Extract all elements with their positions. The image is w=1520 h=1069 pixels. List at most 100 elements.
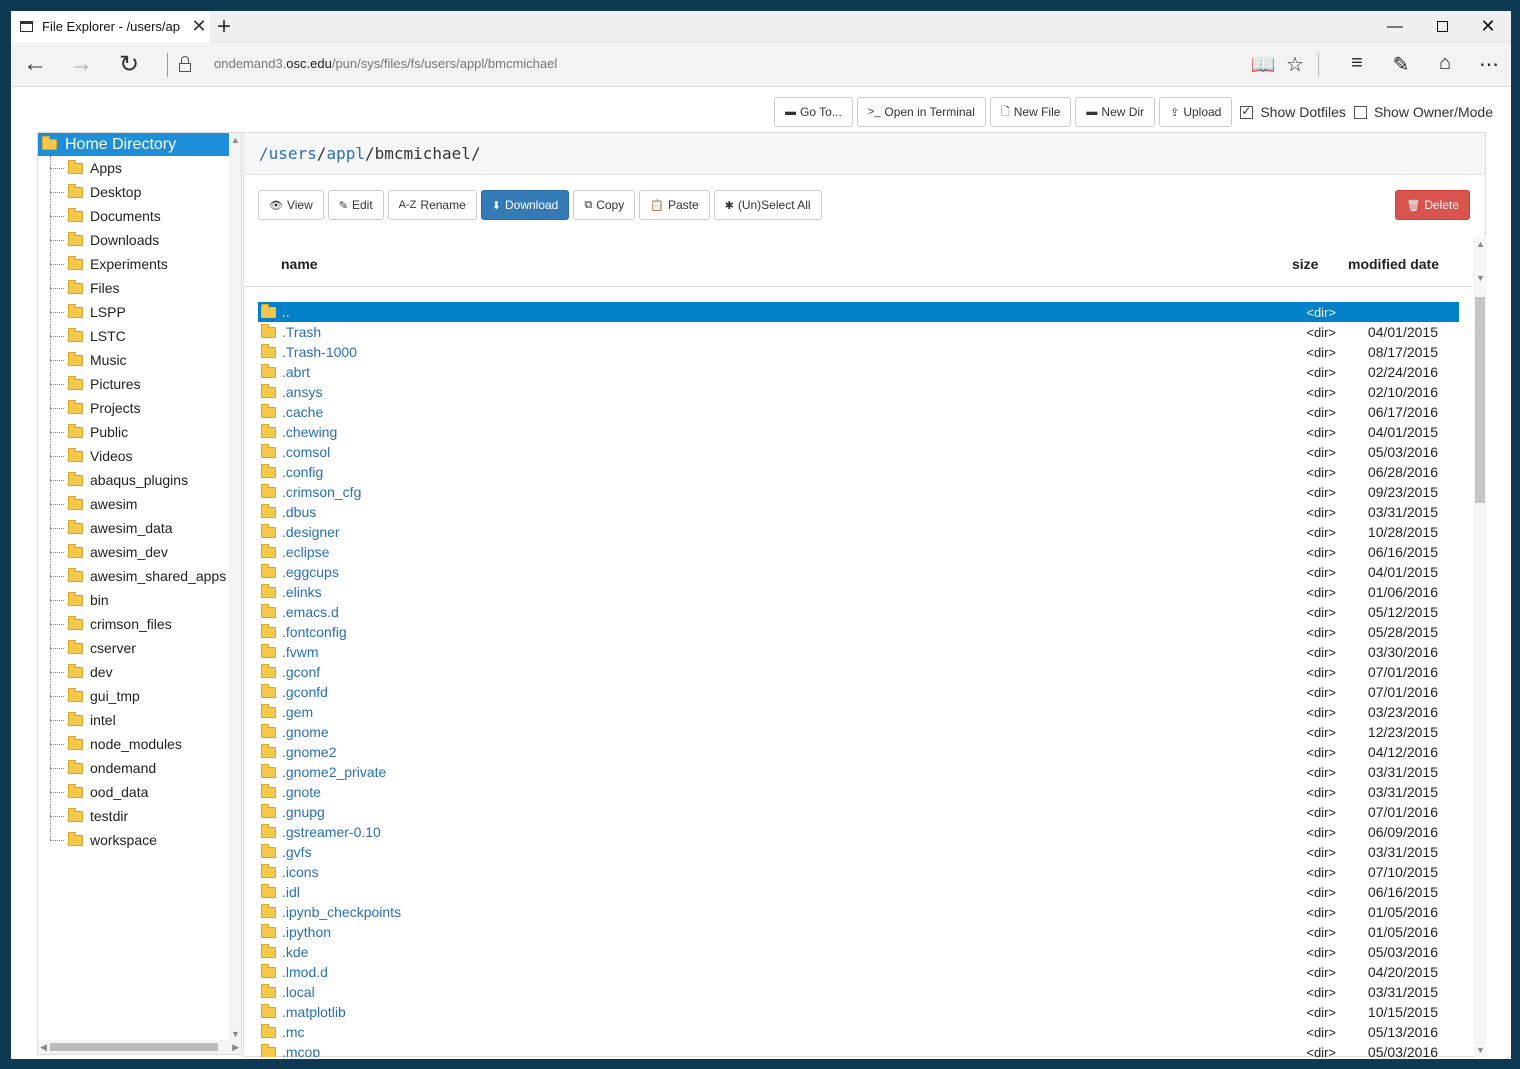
file-name-link[interactable]: .gstreamer-0.10 <box>282 824 1459 840</box>
scroll-left-icon[interactable]: ◀ <box>40 1042 47 1053</box>
sidebar-item[interactable]: Experiments <box>38 252 241 276</box>
table-row[interactable]: .idl <dir> 06/16/2015 <box>258 882 1459 902</box>
table-row[interactable]: .dbus <dir> 03/31/2015 <box>258 502 1459 522</box>
show-dotfiles-checkbox[interactable]: Show Dotfiles <box>1240 104 1346 120</box>
sidebar-item[interactable]: dev <box>38 660 241 684</box>
edit-button[interactable]: ✎ Edit <box>327 190 384 220</box>
file-list-scrollbar[interactable]: ▲ ▼ ▼ <box>1474 237 1486 1057</box>
sidebar-item[interactable]: Apps <box>38 156 241 180</box>
table-row[interactable]: .gnome2_private <dir> 03/31/2015 <box>258 762 1459 782</box>
sidebar-vertical-scrollbar[interactable]: ▲ ▼ <box>229 133 241 1041</box>
sidebar-item[interactable]: Documents <box>38 204 241 228</box>
file-name-link[interactable]: .dbus <box>282 504 1459 520</box>
file-name-link[interactable]: .idl <box>282 884 1459 900</box>
file-name-link[interactable]: .ipynb_checkpoints <box>282 904 1459 920</box>
sidebar-item[interactable]: LSTC <box>38 324 241 348</box>
file-name-link[interactable]: .icons <box>282 864 1459 880</box>
maximize-icon[interactable] <box>1419 11 1465 42</box>
file-name-link[interactable]: .Trash <box>282 324 1459 340</box>
sidebar-item[interactable]: workspace <box>38 828 241 852</box>
column-header-size[interactable]: size <box>1292 256 1318 272</box>
file-name-link[interactable]: .gconfd <box>282 684 1459 700</box>
scroll-up-icon[interactable]: ▲ <box>231 135 240 145</box>
download-button[interactable]: ⬇ Download <box>480 190 570 220</box>
sidebar-item[interactable]: awesim_shared_apps <box>38 564 241 588</box>
sidebar-item[interactable]: testdir <box>38 804 241 828</box>
reading-view-icon[interactable]: 📖 <box>1247 52 1279 77</box>
file-name-link[interactable]: .chewing <box>282 424 1459 440</box>
lock-icon[interactable] <box>179 56 191 72</box>
file-name-link[interactable]: .matplotlib <box>282 1004 1459 1020</box>
sidebar-item[interactable]: cserver <box>38 636 241 660</box>
file-name-link[interactable]: .crimson_cfg <box>282 484 1459 500</box>
file-name-link[interactable]: .gvfs <box>282 844 1459 860</box>
new-file-button[interactable]: 🗋 New File <box>989 97 1072 127</box>
file-name-link[interactable]: .gnome <box>282 724 1459 740</box>
column-header-name[interactable]: name <box>281 256 318 272</box>
table-row[interactable]: .mcop <dir> 05/03/2016 <box>258 1042 1459 1057</box>
table-row[interactable]: .gem <dir> 03/23/2016 <box>258 702 1459 722</box>
table-row[interactable]: .elinks <dir> 01/06/2016 <box>258 582 1459 602</box>
scroll-down-icon[interactable]: ▼ <box>1476 1045 1485 1055</box>
delete-button[interactable]: 🗑 Delete <box>1395 190 1470 220</box>
favorite-star-icon[interactable]: ☆ <box>1279 52 1311 77</box>
sidebar-item[interactable]: node_modules <box>38 732 241 756</box>
minimize-icon[interactable]: — <box>1372 11 1418 42</box>
file-name-link[interactable]: .abrt <box>282 364 1459 380</box>
file-name-link[interactable]: .gem <box>282 704 1459 720</box>
sidebar-item[interactable]: Videos <box>38 444 241 468</box>
scroll-up-icon[interactable]: ▲ <box>1476 239 1485 249</box>
table-row[interactable]: .chewing <dir> 04/01/2015 <box>258 422 1459 442</box>
table-row[interactable]: .eggcups <dir> 04/01/2015 <box>258 562 1459 582</box>
table-row[interactable]: .Trash-1000 <dir> 08/17/2015 <box>258 342 1459 362</box>
file-name-link[interactable]: .ipython <box>282 924 1459 940</box>
sidebar-item[interactable]: intel <box>38 708 241 732</box>
close-window-icon[interactable]: ✕ <box>1465 11 1511 42</box>
column-header-modified[interactable]: modified date <box>1348 256 1439 272</box>
file-name-link[interactable]: .gconf <box>282 664 1459 680</box>
table-row[interactable]: .gconf <dir> 07/01/2016 <box>258 662 1459 682</box>
table-row[interactable]: .abrt <dir> 02/24/2016 <box>258 362 1459 382</box>
file-name-link[interactable]: .config <box>282 464 1459 480</box>
table-row[interactable]: .comsol <dir> 05/03/2016 <box>258 442 1459 462</box>
scroll-down-icon[interactable]: ▼ <box>1476 273 1485 283</box>
table-row[interactable]: .mc <dir> 05/13/2016 <box>258 1022 1459 1042</box>
show-owner-checkbox[interactable]: Show Owner/Mode <box>1353 104 1493 120</box>
checkbox-unchecked-icon[interactable] <box>1353 105 1367 119</box>
table-row[interactable]: .ipython <dir> 01/05/2016 <box>258 922 1459 942</box>
scroll-right-icon[interactable]: ▶ <box>232 1042 239 1053</box>
sidebar-item[interactable]: awesim <box>38 492 241 516</box>
sidebar-item[interactable]: ood_data <box>38 780 241 804</box>
table-row[interactable]: .matplotlib <dir> 10/15/2015 <box>258 1002 1459 1022</box>
tab-close-icon[interactable]: ✕ <box>188 16 210 37</box>
file-name-link[interactable]: .comsol <box>282 444 1459 460</box>
table-row[interactable]: .eclipse <dir> 06/16/2015 <box>258 542 1459 562</box>
hub-icon[interactable]: ≡ <box>1341 52 1373 75</box>
scrollbar-thumb[interactable] <box>1475 297 1485 503</box>
sidebar-item[interactable]: Downloads <box>38 228 241 252</box>
file-name-link[interactable]: .gnome2 <box>282 744 1459 760</box>
sidebar-item[interactable]: Public <box>38 420 241 444</box>
browser-tab[interactable]: File Explorer - /users/ap ✕ <box>11 11 210 42</box>
table-row[interactable]: .emacs.d <dir> 05/12/2015 <box>258 602 1459 622</box>
paste-button[interactable]: 📋 Paste <box>639 190 710 220</box>
breadcrumb-appl[interactable]: appl <box>326 144 365 163</box>
table-row[interactable]: .gconfd <dir> 07/01/2016 <box>258 682 1459 702</box>
table-row[interactable]: .icons <dir> 07/10/2015 <box>258 862 1459 882</box>
upload-button[interactable]: ⇪ Upload <box>1159 97 1233 127</box>
back-icon[interactable]: ← <box>17 50 53 78</box>
table-row[interactable]: .ansys <dir> 02/10/2016 <box>258 382 1459 402</box>
table-row[interactable]: .lmod.d <dir> 04/20/2015 <box>258 962 1459 982</box>
url-field[interactable]: ondemand3.osc.edu/pun/sys/files/fs/users… <box>214 56 557 71</box>
file-name-link[interactable]: .fvwm <box>282 644 1459 660</box>
sidebar-item[interactable]: bin <box>38 588 241 612</box>
file-name-link[interactable]: .emacs.d <box>282 604 1459 620</box>
table-row[interactable]: .gnome2 <dir> 04/12/2016 <box>258 742 1459 762</box>
sidebar-item[interactable]: Desktop <box>38 180 241 204</box>
goto-button[interactable]: ▬ Go To... <box>774 97 853 127</box>
table-row[interactable]: .Trash <dir> 04/01/2015 <box>258 322 1459 342</box>
file-name-link[interactable]: .elinks <box>282 584 1459 600</box>
web-note-icon[interactable]: ✎ <box>1385 52 1417 77</box>
file-name-link[interactable]: .designer <box>282 524 1459 540</box>
scrollbar-thumb[interactable] <box>50 1043 218 1051</box>
